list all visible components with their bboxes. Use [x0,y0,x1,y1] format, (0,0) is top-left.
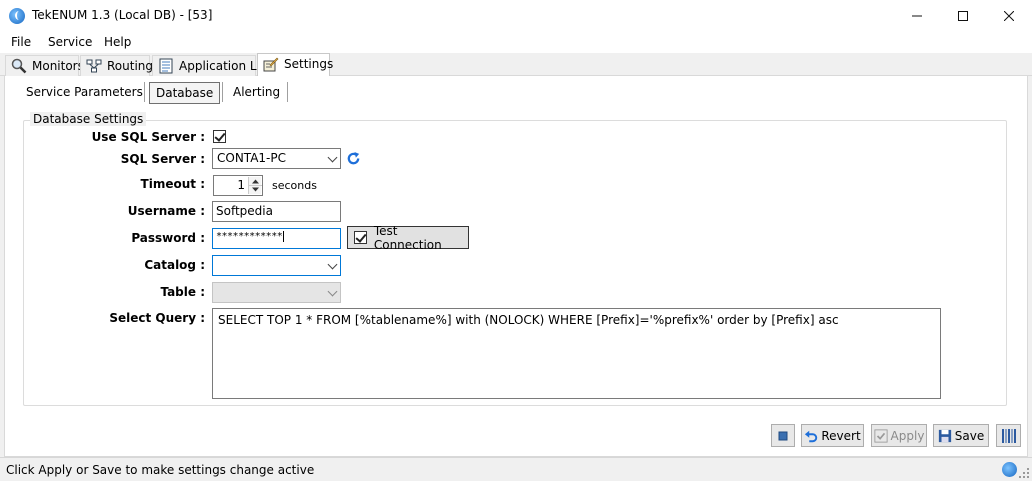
close-button[interactable] [986,0,1032,31]
table-select[interactable] [212,282,341,303]
stop-button[interactable] [771,424,795,447]
maximize-icon [958,10,968,21]
username-field[interactable]: Softpedia [212,201,341,222]
menu-bar: File Service Help [0,31,1032,53]
window-title: TekENUM 1.3 (Local DB) - [53] [32,8,213,22]
chevron-down-icon [327,286,338,297]
sql-server-label: SQL Server : [120,152,205,166]
stop-icon [778,431,788,440]
username-value: Softpedia [216,204,273,218]
test-connection-checkbox-icon [354,231,367,244]
revert-label: Revert [821,428,861,443]
catalog-label: Catalog : [144,258,205,272]
sql-server-value: CONTA1-PC [217,151,286,165]
sql-server-select[interactable]: CONTA1-PC [212,148,341,169]
tab-settings-label: Settings [284,57,334,71]
save-label: Save [954,428,985,443]
subtab-service-parameters[interactable]: Service Parameters [20,82,149,104]
timeout-label: Timeout : [140,177,205,191]
menu-service[interactable]: Service [48,35,92,49]
barcode-icon [1001,428,1016,443]
use-sql-server-label: Use SQL Server : [91,130,205,144]
status-text: Click Apply or Save to make settings cha… [6,463,315,477]
maximize-button[interactable] [940,0,986,31]
undo-icon [805,430,818,442]
timeout-value: 1 [237,178,245,192]
settings-icon [263,57,279,72]
select-query-textarea[interactable]: SELECT TOP 1 * FROM [%tablename%] with (… [212,308,941,399]
password-field[interactable]: ************ [212,228,341,249]
username-label: Username : [127,204,205,218]
floppy-disk-icon [938,429,951,442]
close-icon [1004,10,1014,21]
search-icon [11,58,27,74]
database-settings-title: Database Settings [30,112,147,126]
title-bar: TekENUM 1.3 (Local DB) - [53] [0,0,1032,31]
save-button[interactable]: Save [933,424,989,447]
check-icon [873,428,888,443]
tab-routing-label: Routing [107,59,154,73]
menu-help[interactable]: Help [104,35,131,49]
main-tab-strip: Monitors Routing Application Log Setting… [0,53,1032,77]
text-cursor [283,231,285,242]
chevron-down-icon [327,152,338,163]
status-bar: Click Apply or Save to make settings cha… [0,457,1032,481]
subtab-separator [222,82,223,102]
up-down-arrows-icon [249,179,262,192]
tab-settings[interactable]: Settings [257,53,334,77]
select-query-label: Select Query : [109,311,205,325]
subtab-database[interactable]: Database [149,82,221,104]
test-connection-label: Test Connection [373,223,442,252]
timeout-stepper[interactable]: 1 [213,175,263,196]
use-sql-server-checkbox[interactable] [213,130,226,143]
minimize-button[interactable] [894,0,940,31]
revert-button[interactable]: Revert [801,424,864,447]
chevron-down-icon [327,259,338,270]
subtab-separator [144,82,145,102]
table-label: Table : [160,285,205,299]
minimize-icon [912,15,922,16]
tab-monitors-label: Monitors [32,59,84,73]
menu-file[interactable]: File [11,35,31,49]
subtab-separator [287,82,288,102]
password-label: Password : [131,231,205,245]
tab-routing[interactable]: Routing [80,55,154,76]
tab-application-log[interactable]: Application Log [152,55,271,76]
select-query-value: SELECT TOP 1 * FROM [%tablename%] with (… [218,313,839,327]
stepper-buttons[interactable] [248,177,262,194]
tab-monitors[interactable]: Monitors [5,55,84,76]
timeout-unit: seconds [272,179,317,192]
password-value: ************ [216,231,283,242]
catalog-select[interactable] [212,255,341,276]
app-status-icon [1002,462,1017,477]
routing-icon [86,59,102,73]
refresh-icon[interactable] [346,151,361,166]
app-icon [9,8,25,24]
apply-button[interactable]: Apply [871,424,927,447]
log-icon [159,58,173,74]
resize-grip-icon[interactable] [1019,468,1030,479]
test-connection-button[interactable]: Test Connection [347,223,469,252]
apply-label: Apply [890,428,925,443]
barcode-button[interactable] [996,424,1021,447]
subtab-alerting[interactable]: Alerting [227,82,286,104]
